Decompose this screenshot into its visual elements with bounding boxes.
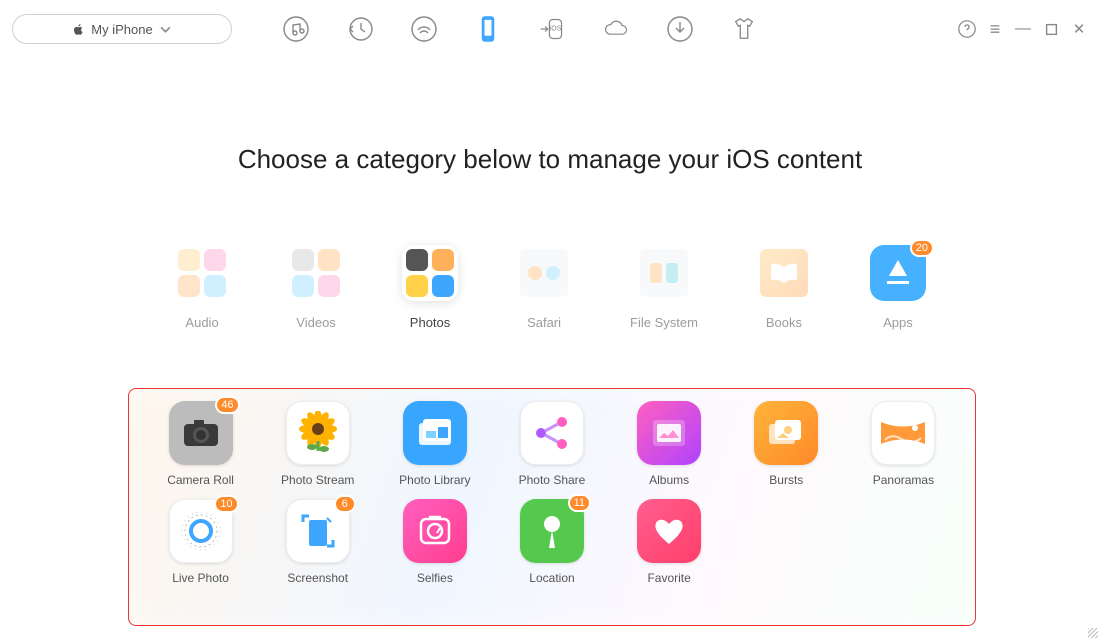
category-label: Photos bbox=[410, 315, 450, 330]
history-icon[interactable] bbox=[346, 15, 374, 43]
appstore-icon bbox=[881, 256, 915, 290]
apps-badge: 20 bbox=[910, 239, 934, 257]
photos-panel: 46 Camera Roll Photo Stream Photo Library Ph… bbox=[128, 388, 976, 626]
photo-item-screenshot[interactable]: 6 Screenshot bbox=[264, 499, 371, 585]
category-filesystem[interactable]: File System bbox=[630, 245, 698, 330]
help-icon[interactable] bbox=[958, 20, 976, 38]
photo-item-label: Bursts bbox=[769, 473, 803, 487]
photo-item-location[interactable]: 11 Location bbox=[498, 499, 605, 585]
photo-item-label: Photo Share bbox=[519, 473, 586, 487]
resize-grip[interactable] bbox=[1088, 628, 1098, 638]
photo-item-selfies[interactable]: Selfies bbox=[381, 499, 488, 585]
pin-icon: 11 bbox=[520, 499, 584, 563]
category-label: Videos bbox=[296, 315, 336, 330]
gallery-icon bbox=[637, 401, 701, 465]
library-icon bbox=[403, 401, 467, 465]
ios-export-icon[interactable]: iOS bbox=[538, 15, 566, 43]
category-row: Audio Videos Photos Safari File System B… bbox=[0, 245, 1100, 330]
device-label: My iPhone bbox=[91, 22, 152, 37]
minimize-button[interactable]: — bbox=[1014, 20, 1032, 38]
category-apps[interactable]: 20 Apps bbox=[870, 245, 926, 330]
photo-item-label: Screenshot bbox=[287, 571, 348, 585]
window-controls: ≡ — ✕ bbox=[958, 20, 1088, 38]
bursts-icon bbox=[754, 401, 818, 465]
category-label: Audio bbox=[185, 315, 218, 330]
photo-item-label: Live Photo bbox=[172, 571, 229, 585]
toolbar: My iPhone iOS ≡ — ✕ bbox=[0, 0, 1100, 54]
photo-item-label: Photo Stream bbox=[281, 473, 354, 487]
page-title: Choose a category below to manage your i… bbox=[0, 144, 1100, 175]
svg-text:iOS: iOS bbox=[550, 26, 562, 33]
photo-item-bursts[interactable]: Bursts bbox=[733, 401, 840, 487]
photo-item-camera-roll[interactable]: 46 Camera Roll bbox=[147, 401, 254, 487]
category-label: Books bbox=[766, 315, 802, 330]
photo-item-label: Photo Library bbox=[399, 473, 470, 487]
category-audio[interactable]: Audio bbox=[174, 245, 230, 330]
count-badge: 10 bbox=[214, 495, 238, 513]
count-badge: 46 bbox=[215, 396, 239, 414]
category-label: Apps bbox=[883, 315, 913, 330]
photo-item-albums[interactable]: Albums bbox=[616, 401, 723, 487]
share-icon bbox=[520, 401, 584, 465]
tshirt-icon[interactable] bbox=[730, 15, 758, 43]
photo-item-label: Location bbox=[529, 571, 574, 585]
count-badge: 11 bbox=[568, 494, 591, 512]
phone-icon[interactable] bbox=[474, 15, 502, 43]
photo-item-label: Camera Roll bbox=[167, 473, 234, 487]
category-books[interactable]: Books bbox=[756, 245, 812, 330]
sunflower-icon bbox=[286, 401, 350, 465]
close-button[interactable]: ✕ bbox=[1070, 20, 1088, 38]
cloud-icon[interactable] bbox=[602, 15, 630, 43]
category-label: Safari bbox=[527, 315, 561, 330]
chevron-down-icon bbox=[159, 23, 172, 36]
photo-item-label: Selfies bbox=[417, 571, 453, 585]
photo-item-label: Albums bbox=[649, 473, 689, 487]
screenshot-icon: 6 bbox=[286, 499, 350, 563]
category-label: File System bbox=[630, 315, 698, 330]
selfie-icon bbox=[403, 499, 467, 563]
maximize-button[interactable] bbox=[1042, 20, 1060, 38]
device-dropdown[interactable]: My iPhone bbox=[12, 14, 232, 44]
heart-icon bbox=[637, 499, 701, 563]
music-icon[interactable] bbox=[282, 15, 310, 43]
photo-item-panoramas[interactable]: Panoramas bbox=[850, 401, 957, 487]
category-safari[interactable]: Safari bbox=[516, 245, 572, 330]
wifi-sync-icon[interactable] bbox=[410, 15, 438, 43]
photo-item-photo-library[interactable]: Photo Library bbox=[381, 401, 488, 487]
toolbar-icons: iOS bbox=[282, 15, 758, 43]
photo-item-favorite[interactable]: Favorite bbox=[616, 499, 723, 585]
menu-icon[interactable]: ≡ bbox=[986, 20, 1004, 38]
category-photos[interactable]: Photos bbox=[402, 245, 458, 330]
panorama-icon bbox=[871, 401, 935, 465]
category-videos[interactable]: Videos bbox=[288, 245, 344, 330]
live-icon: 10 bbox=[169, 499, 233, 563]
count-badge: 6 bbox=[334, 495, 356, 513]
download-icon[interactable] bbox=[666, 15, 694, 43]
photo-item-live-photo[interactable]: 10 Live Photo bbox=[147, 499, 254, 585]
camera-icon: 46 bbox=[169, 401, 233, 465]
photo-item-label: Panoramas bbox=[873, 473, 934, 487]
photo-item-label: Favorite bbox=[647, 571, 690, 585]
apple-icon bbox=[72, 23, 85, 36]
photo-item-photo-stream[interactable]: Photo Stream bbox=[264, 401, 371, 487]
photo-item-photo-share[interactable]: Photo Share bbox=[498, 401, 605, 487]
